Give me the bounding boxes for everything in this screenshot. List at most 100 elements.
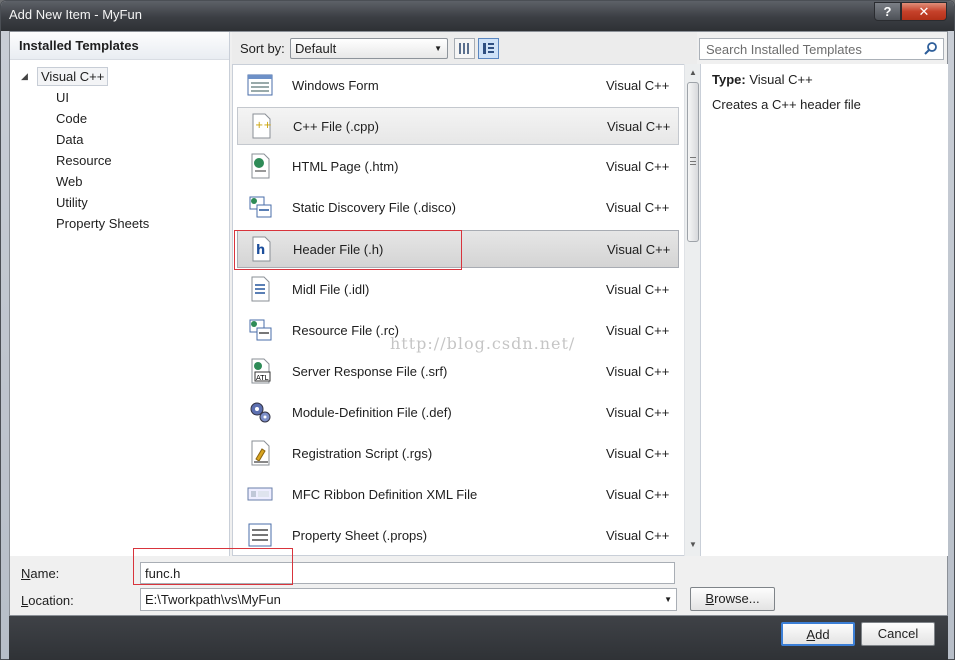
svg-text:++: ++: [255, 120, 272, 131]
sort-by-value: Default: [295, 41, 337, 56]
location-label: Location:: [21, 593, 74, 608]
registration-script-icon: [251, 440, 270, 466]
template-language: Visual C++: [606, 364, 670, 379]
type-value: Visual C++: [749, 72, 813, 87]
dropdown-arrow-icon[interactable]: ▼: [664, 595, 672, 604]
template-name: MFC Ribbon Definition XML File: [292, 487, 478, 502]
details-panel: Type: Visual C++ Creates a C++ header fi…: [700, 64, 948, 556]
template-item-ribbon-xml[interactable]: MFC Ribbon Definition XML File Visual C+…: [237, 476, 679, 514]
template-name: HTML Page (.htm): [292, 159, 399, 174]
cancel-button[interactable]: Cancel: [861, 622, 935, 646]
html-page-icon: [251, 153, 270, 179]
template-name: Windows Form: [292, 78, 379, 93]
tree-item-code[interactable]: Code: [10, 108, 229, 129]
location-value: E:\Tworkpath\vs\MyFun: [145, 592, 281, 607]
tree-item-property-sheets[interactable]: Property Sheets: [10, 213, 229, 234]
search-icon[interactable]: [924, 41, 938, 55]
header-file-icon: h: [252, 236, 271, 262]
template-item-property-sheet[interactable]: Property Sheet (.props) Visual C++: [237, 517, 679, 555]
browse-button[interactable]: Browse...: [690, 587, 775, 611]
tree-item-web[interactable]: Web: [10, 171, 229, 192]
template-item-server-response[interactable]: ATL Server Response File (.srf) Visual C…: [237, 353, 679, 391]
template-item-html-page[interactable]: HTML Page (.htm) Visual C++: [237, 148, 679, 186]
template-language: Visual C++: [606, 446, 670, 461]
grip-icon: [690, 157, 696, 165]
medium-icons-view-button[interactable]: [454, 38, 475, 59]
sort-by-label: Sort by:: [240, 41, 285, 56]
tree-item-resource[interactable]: Resource: [10, 150, 229, 171]
ribbon-xml-icon: [247, 487, 273, 501]
template-description: Creates a C++ header file: [712, 97, 861, 112]
template-name: Resource File (.rc): [292, 323, 399, 338]
grid-view-icon: [459, 43, 469, 54]
watermark: http://blog.csdn.net/: [390, 334, 576, 353]
dialog-client: Installed Templates ◢ Visual C++ UI Code…: [9, 31, 948, 616]
template-item-module-definition[interactable]: Module-Definition File (.def) Visual C++: [237, 394, 679, 432]
tree-item-visual-cpp[interactable]: ◢ Visual C++: [10, 66, 229, 87]
template-language: Visual C++: [606, 200, 670, 215]
tree-item-utility[interactable]: Utility: [10, 192, 229, 213]
dialog-window: Add New Item - MyFun ? ✕ Installed Templ…: [0, 0, 955, 660]
templates-tree-panel: Installed Templates ◢ Visual C++ UI Code…: [10, 32, 230, 556]
template-name: Registration Script (.rgs): [292, 446, 433, 461]
module-definition-icon: [250, 402, 271, 423]
name-label: Name:: [21, 566, 60, 581]
template-item-midl-file[interactable]: Midl File (.idl) Visual C++: [237, 271, 679, 309]
search-placeholder: Search Installed Templates: [706, 42, 862, 57]
scroll-up-arrow-icon[interactable]: ▲: [687, 68, 699, 80]
template-language: Visual C++: [606, 405, 670, 420]
template-item-static-discovery[interactable]: Static Discovery File (.disco) Visual C+…: [237, 189, 679, 227]
tree-item-label: Visual C++: [37, 67, 109, 86]
template-item-windows-form[interactable]: Windows Form Visual C++: [237, 67, 679, 105]
template-item-registration-script[interactable]: Registration Script (.rgs) Visual C++: [237, 435, 679, 473]
sort-by-dropdown[interactable]: Default ▼: [290, 38, 448, 59]
template-language: Visual C++: [607, 119, 671, 134]
template-item-cpp-file[interactable]: ++ C++ File (.cpp) Visual C++: [237, 107, 679, 145]
dialog-footer: Add Cancel: [9, 616, 948, 660]
discovery-file-icon: [249, 196, 272, 218]
installed-templates-header: Installed Templates: [10, 32, 229, 60]
svg-text:ATL: ATL: [256, 374, 269, 382]
details-type-row: Type: Visual C++: [712, 72, 813, 87]
template-name: Module-Definition File (.def): [292, 405, 452, 420]
template-name: C++ File (.cpp): [293, 119, 379, 134]
name-highlight-box: [133, 548, 293, 585]
template-language: Visual C++: [607, 242, 671, 257]
title-bar: Add New Item - MyFun ? ✕: [1, 1, 954, 31]
location-combobox[interactable]: E:\Tworkpath\vs\MyFun ▼: [140, 588, 677, 611]
property-sheet-icon: [248, 523, 272, 547]
cpp-file-icon: ++: [252, 113, 272, 139]
template-language: Visual C++: [606, 487, 670, 502]
search-input[interactable]: Search Installed Templates: [699, 38, 944, 60]
help-button[interactable]: ?: [874, 2, 901, 21]
dropdown-arrow-icon: ▼: [434, 44, 442, 53]
template-language: Visual C++: [606, 159, 670, 174]
small-icons-view-button[interactable]: [478, 38, 499, 59]
add-button[interactable]: Add: [781, 622, 855, 646]
close-button[interactable]: ✕: [901, 2, 947, 21]
templates-tree: ◢ Visual C++ UI Code Data Resource Web U…: [10, 66, 229, 234]
template-language: Visual C++: [606, 528, 670, 543]
list-view-icon: [483, 43, 494, 54]
template-list: Windows Form Visual C++ ++ C++ File (.cp…: [232, 64, 697, 556]
template-language: Visual C++: [606, 323, 670, 338]
scrollbar-thumb[interactable]: [687, 82, 699, 242]
windows-form-icon: [247, 74, 273, 96]
tree-item-data[interactable]: Data: [10, 129, 229, 150]
server-response-icon: ATL: [251, 358, 271, 384]
collapse-triangle-icon[interactable]: ◢: [21, 66, 28, 87]
template-name: Server Response File (.srf): [292, 364, 448, 379]
template-language: Visual C++: [606, 282, 670, 297]
tree-item-ui[interactable]: UI: [10, 87, 229, 108]
svg-text:h: h: [256, 243, 265, 258]
type-label: Type:: [712, 72, 746, 87]
template-name: Midl File (.idl): [292, 282, 370, 297]
template-name: Static Discovery File (.disco): [292, 200, 456, 215]
midl-file-icon: [251, 276, 270, 302]
window-title: Add New Item - MyFun: [9, 7, 142, 22]
resource-file-icon: [249, 319, 272, 341]
scroll-down-arrow-icon[interactable]: ▼: [687, 540, 699, 552]
template-language: Visual C++: [606, 78, 670, 93]
template-list-scrollbar[interactable]: ▲ ▼: [684, 64, 700, 556]
template-item-header-file[interactable]: h Header File (.h) Visual C++: [237, 230, 679, 268]
